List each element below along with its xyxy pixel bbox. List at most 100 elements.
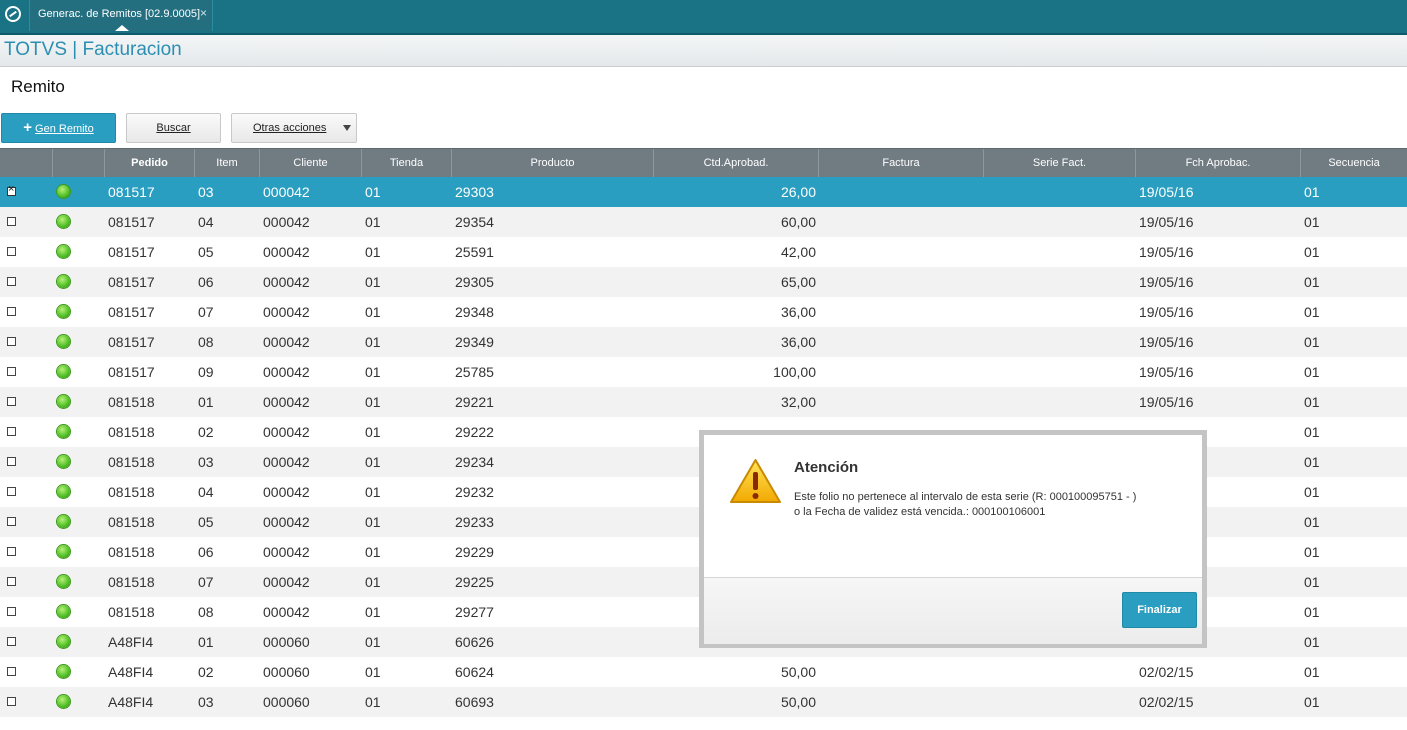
cell-tienda: 01 bbox=[365, 334, 381, 350]
row-checkbox[interactable] bbox=[7, 457, 16, 466]
row-checkbox[interactable] bbox=[7, 667, 16, 676]
row-checkbox[interactable] bbox=[7, 217, 16, 226]
cell-cliente: 000042 bbox=[263, 544, 310, 560]
cell-producto: 60626 bbox=[455, 634, 494, 650]
cell-producto: 29222 bbox=[455, 424, 494, 440]
table-row[interactable]: 081517 07 000042 01 29348 36,00 19/05/16 01 bbox=[0, 297, 1407, 327]
row-checkbox[interactable] bbox=[7, 397, 16, 406]
status-green-icon bbox=[57, 605, 70, 618]
status-green-icon bbox=[57, 455, 70, 468]
cell-secuencia: 01 bbox=[1304, 574, 1320, 590]
table-row[interactable]: A48FI4 03 000060 01 60693 50,00 02/02/15 01 bbox=[0, 687, 1407, 717]
row-checkbox[interactable] bbox=[7, 247, 16, 256]
cell-cliente: 000042 bbox=[263, 274, 310, 290]
tab-close-icon[interactable]: × bbox=[200, 6, 207, 20]
cell-cliente: 000042 bbox=[263, 574, 310, 590]
cell-pedido: 081518 bbox=[108, 574, 155, 590]
row-checkbox[interactable] bbox=[7, 697, 16, 706]
row-checkbox[interactable] bbox=[7, 517, 16, 526]
cell-pedido: 081518 bbox=[108, 514, 155, 530]
status-green-icon bbox=[57, 515, 70, 528]
cell-producto: 29225 bbox=[455, 574, 494, 590]
row-checkbox[interactable] bbox=[7, 277, 16, 286]
cell-secuencia: 01 bbox=[1304, 364, 1320, 380]
table-row[interactable]: 081517 03 000042 01 29303 26,00 19/05/16 01 bbox=[0, 177, 1407, 207]
cell-producto: 29232 bbox=[455, 484, 494, 500]
table-row[interactable]: 081517 09 000042 01 25785 100,00 19/05/16 01 bbox=[0, 357, 1407, 387]
column-header-check[interactable] bbox=[0, 149, 53, 178]
row-checkbox[interactable] bbox=[7, 637, 16, 646]
gen-remito-button[interactable]: + Gen Remito bbox=[1, 113, 116, 143]
cell-producto: 60624 bbox=[455, 664, 494, 680]
cell-item: 06 bbox=[198, 544, 214, 560]
tab-generac-remitos[interactable]: Generac. de Remitos [02.9.0005] × bbox=[29, 0, 213, 31]
column-header-status[interactable] bbox=[53, 149, 105, 178]
cell-ctd-aprobad: 42,00 bbox=[780, 244, 816, 260]
table-row[interactable]: 081518 01 000042 01 29221 32,00 19/05/16 01 bbox=[0, 387, 1407, 417]
cell-pedido: 081517 bbox=[108, 274, 155, 290]
table-row[interactable]: A48FI4 02 000060 01 60624 50,00 02/02/15 01 bbox=[0, 657, 1407, 687]
column-header-serie-fact[interactable]: Serie Fact. bbox=[984, 149, 1136, 178]
cell-producto: 29277 bbox=[455, 604, 494, 620]
cell-item: 07 bbox=[198, 304, 214, 320]
cell-fch-aprobac: 19/05/16 bbox=[1139, 184, 1194, 200]
cell-cliente: 000060 bbox=[263, 694, 310, 710]
cell-fch-aprobac: 19/05/16 bbox=[1139, 214, 1194, 230]
column-header-cliente[interactable]: Cliente bbox=[260, 149, 362, 178]
column-header-item[interactable]: Item bbox=[195, 149, 260, 178]
page-title: Remito bbox=[11, 77, 65, 96]
row-checkbox[interactable] bbox=[7, 427, 16, 436]
table-row[interactable]: 081517 04 000042 01 29354 60,00 19/05/16 01 bbox=[0, 207, 1407, 237]
row-checkbox[interactable] bbox=[7, 307, 16, 316]
row-checkbox[interactable] bbox=[7, 547, 16, 556]
tab-active-indicator bbox=[115, 25, 129, 31]
gen-remito-label: Gen Remito bbox=[35, 123, 94, 135]
buscar-button[interactable]: Buscar bbox=[126, 113, 221, 143]
table-row[interactable]: 081517 08 000042 01 29349 36,00 19/05/16 01 bbox=[0, 327, 1407, 357]
row-checkbox[interactable] bbox=[7, 183, 16, 196]
table-row[interactable]: 081517 05 000042 01 25591 42,00 19/05/16 01 bbox=[0, 237, 1407, 267]
cell-secuencia: 01 bbox=[1304, 514, 1320, 530]
cell-item: 01 bbox=[198, 394, 214, 410]
cell-tienda: 01 bbox=[365, 664, 381, 680]
cell-producto: 25785 bbox=[455, 364, 494, 380]
row-checkbox[interactable] bbox=[7, 577, 16, 586]
column-header-producto[interactable]: Producto bbox=[452, 149, 654, 178]
cell-ctd-aprobad: 50,00 bbox=[780, 694, 816, 710]
cell-cliente: 000042 bbox=[263, 304, 310, 320]
finalizar-button[interactable]: Finalizar bbox=[1122, 592, 1197, 628]
otras-acciones-button[interactable]: Otras acciones bbox=[231, 113, 357, 143]
cell-secuencia: 01 bbox=[1304, 394, 1320, 410]
status-green-icon bbox=[57, 485, 70, 498]
row-checkbox[interactable] bbox=[7, 367, 16, 376]
cell-item: 04 bbox=[198, 484, 214, 500]
cell-secuencia: 01 bbox=[1304, 484, 1320, 500]
row-checkbox[interactable] bbox=[7, 607, 16, 616]
status-green-icon bbox=[57, 215, 70, 228]
dialog-footer: Finalizar bbox=[704, 577, 1202, 644]
alert-dialog-frame: Atención Este folio no pertenece al inte… bbox=[699, 430, 1207, 648]
column-header-pedido[interactable]: Pedido bbox=[105, 149, 195, 178]
row-checkbox[interactable] bbox=[7, 487, 16, 496]
cell-producto: 29233 bbox=[455, 514, 494, 530]
column-header-ctd-aprobad[interactable]: Ctd.Aprobad. bbox=[654, 149, 819, 178]
totvs-logo-icon[interactable] bbox=[5, 6, 21, 22]
cell-pedido: 081518 bbox=[108, 544, 155, 560]
cell-ctd-aprobad: 60,00 bbox=[780, 214, 816, 230]
cell-cliente: 000042 bbox=[263, 184, 310, 200]
status-green-icon bbox=[57, 545, 70, 558]
column-header-secuencia[interactable]: Secuencia bbox=[1301, 149, 1407, 178]
table-row[interactable]: 081517 06 000042 01 29305 65,00 19/05/16 01 bbox=[0, 267, 1407, 297]
cell-producto: 29229 bbox=[455, 544, 494, 560]
cell-tienda: 01 bbox=[365, 454, 381, 470]
cell-pedido: 081518 bbox=[108, 454, 155, 470]
row-checkbox[interactable] bbox=[7, 337, 16, 346]
column-header-fch-aprobac[interactable]: Fch Aprobac. bbox=[1136, 149, 1301, 178]
cell-secuencia: 01 bbox=[1304, 604, 1320, 620]
cell-cliente: 000060 bbox=[263, 664, 310, 680]
cell-item: 01 bbox=[198, 634, 214, 650]
column-header-factura[interactable]: Factura bbox=[819, 149, 984, 178]
cell-secuencia: 01 bbox=[1304, 664, 1320, 680]
app-title: TOTVS | Facturacion bbox=[4, 39, 182, 60]
column-header-tienda[interactable]: Tienda bbox=[362, 149, 452, 178]
